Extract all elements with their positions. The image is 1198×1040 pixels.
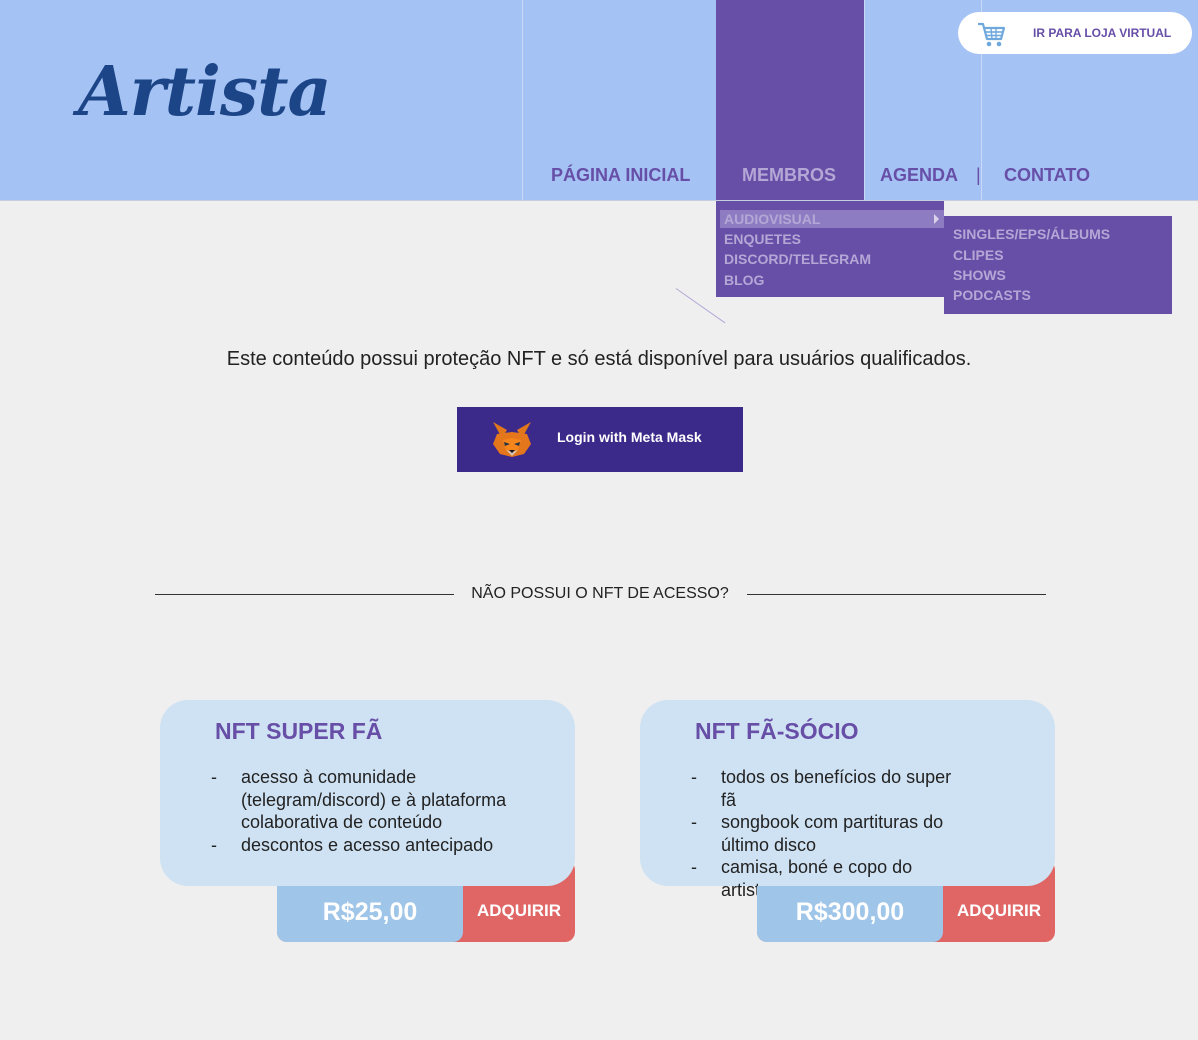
plan-price: R$300,00 xyxy=(757,886,943,942)
caret-right-icon xyxy=(934,214,939,224)
plan-title: NFT SUPER FÃ xyxy=(215,718,383,744)
nav-divider xyxy=(864,0,865,200)
list-dash: - xyxy=(211,834,217,855)
submenu-item-singles[interactable]: SINGLES/EPS/ÁLBUMS xyxy=(953,225,1110,243)
dropdown-item-blog[interactable]: BLOG xyxy=(724,271,764,289)
nav-divider xyxy=(522,0,523,200)
metamask-fox-icon xyxy=(493,422,531,457)
no-nft-heading: NÃO POSSUI O NFT DE ACESSO? xyxy=(471,585,729,602)
plan-benefits-list: - todos os benefícios do super fã - song… xyxy=(691,766,961,901)
plan-card-body: NFT SUPER FÃ - acesso à comunidade (tele… xyxy=(160,700,575,886)
submenu-item-podcasts[interactable]: PODCASTS xyxy=(953,286,1031,304)
nav-item-pagina-inicial[interactable]: PÁGINA INICIAL xyxy=(551,163,690,187)
plan-benefit-text: todos os benefícios do super fã xyxy=(721,767,952,810)
divider-line-left xyxy=(155,594,454,595)
plan-benefit-item: - todos os benefícios do super fã xyxy=(691,766,961,811)
plan-card-body: NFT FÃ-SÓCIO - todos os benefícios do su… xyxy=(640,700,1055,900)
plan-benefit-text: descontos e acesso antecipado xyxy=(241,834,494,855)
divider-line-right xyxy=(747,594,1046,595)
plan-benefit-text: songbook com partituras do último disco xyxy=(721,812,944,855)
nav-item-contato[interactable]: CONTATO xyxy=(1004,163,1090,187)
dropdown-item-audiovisual[interactable]: AUDIOVISUAL xyxy=(724,210,820,228)
plan-title: NFT FÃ-SÓCIO xyxy=(695,718,859,744)
plan-price: R$25,00 xyxy=(277,886,463,942)
buy-button[interactable]: ADQUIRIR xyxy=(943,886,1055,936)
list-dash: - xyxy=(691,857,697,877)
list-dash: - xyxy=(691,812,697,832)
audiovisual-submenu: SINGLES/EPS/ÁLBUMS CLIPES SHOWS PODCASTS xyxy=(944,216,1172,314)
store-button[interactable]: IR PARA LOJA VIRTUAL xyxy=(958,12,1192,54)
submenu-item-clipes[interactable]: CLIPES xyxy=(953,246,1004,264)
submenu-item-shows[interactable]: SHOWS xyxy=(953,266,1006,284)
plan-benefits-list: - acesso à comunidade (telegram/discord)… xyxy=(211,766,531,856)
plan-benefit-item: - songbook com partituras do último disc… xyxy=(691,811,961,856)
site-logo[interactable]: Artista xyxy=(78,52,332,132)
metamask-login-label: Login with Meta Mask xyxy=(557,429,702,445)
membros-dropdown: AUDIOVISUAL ENQUETES DISCORD/TELEGRAM BL… xyxy=(716,201,944,297)
nav-item-membros[interactable]: MEMBROS xyxy=(742,163,836,187)
dropdown-item-discord-telegram[interactable]: DISCORD/TELEGRAM xyxy=(724,250,871,268)
buy-button[interactable]: ADQUIRIR xyxy=(463,886,575,936)
metamask-login-button[interactable]: Login with Meta Mask xyxy=(457,407,743,472)
list-dash: - xyxy=(211,767,217,787)
nft-notice: Este conteúdo possui proteção NFT e só e… xyxy=(226,348,972,370)
store-button-label: IR PARA LOJA VIRTUAL xyxy=(1033,26,1172,40)
shopping-cart-icon xyxy=(978,22,1006,47)
site-header: Artista PÁGINA INICIAL MEMBROS AGENDA | … xyxy=(0,0,1198,201)
plan-card-fa-socio: NFT FÃ-SÓCIO - todos os benefícios do su… xyxy=(640,700,1055,942)
list-dash: - xyxy=(691,767,697,787)
dropdown-item-enquetes[interactable]: ENQUETES xyxy=(724,230,801,248)
plan-benefit-item: - acesso à comunidade (telegram/discord)… xyxy=(211,766,531,834)
plan-card-super-fa: NFT SUPER FÃ - acesso à comunidade (tele… xyxy=(160,700,575,942)
plan-benefit-item: - descontos e acesso antecipado xyxy=(211,834,531,857)
nav-item-agenda[interactable]: AGENDA xyxy=(880,163,958,187)
nav-separator: | xyxy=(976,165,981,185)
plan-benefit-text: acesso à comunidade (telegram/discord) e… xyxy=(241,767,507,832)
